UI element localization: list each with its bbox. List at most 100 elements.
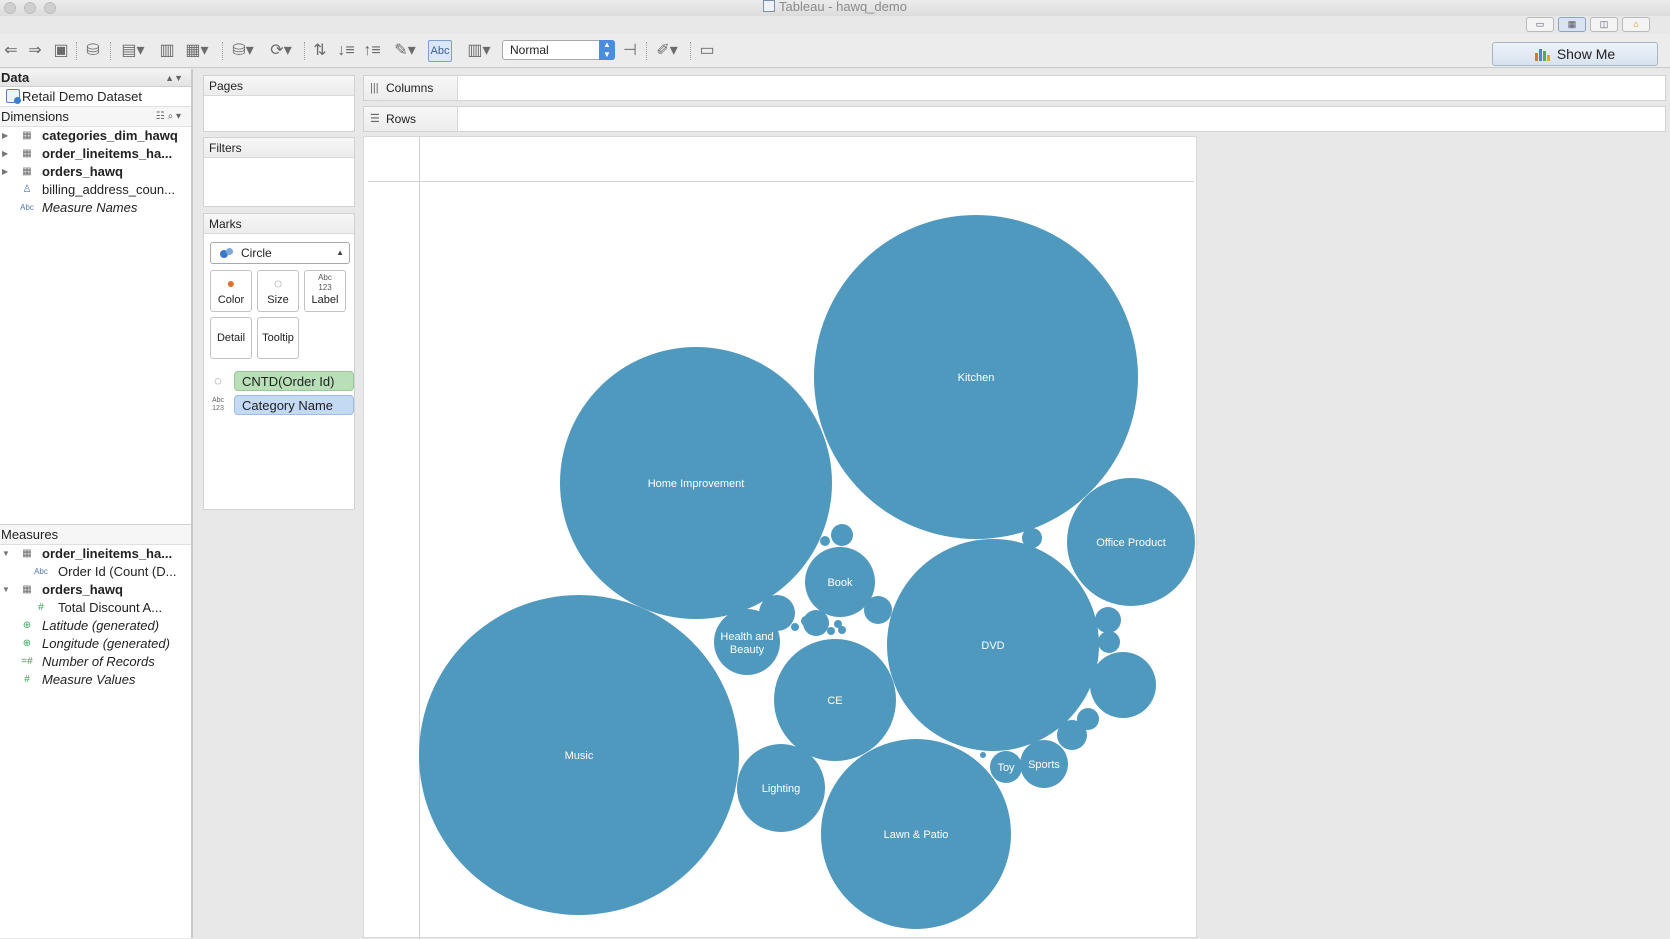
presentation-mode-icon[interactable]: ▭ [696,42,718,60]
redo-icon[interactable]: ⇒ [26,42,44,60]
measure-item[interactable]: Abc Order Id (Count (D... [0,563,191,581]
connect-data-icon[interactable]: ⛁ [84,42,102,60]
hierarchy-icon: ♙ [22,184,32,195]
dimension-item[interactable]: ♙ billing_address_coun... [0,181,191,199]
viz-canvas[interactable]: Kitchen Home Improvement Music DVD Office Pr… [363,136,1198,939]
bubble-mark[interactable]: Sports [1020,740,1068,788]
measures-title: Measures [1,527,59,542]
filmstrip-view-icon[interactable]: ▭ [1526,17,1554,32]
bubble-mark[interactable] [831,524,853,546]
bubble-mark[interactable]: Office Product [1067,478,1195,606]
expand-icon[interactable]: ▶ [2,127,8,145]
collapse-icon[interactable]: ▼ [2,545,10,563]
label-icon: Abc 123 [318,273,332,292]
measure-item[interactable]: =# Number of Records [0,653,191,671]
datasource-item[interactable]: Retail Demo Dataset [0,87,191,107]
columns-shelf[interactable]: ||| Columns [363,75,1666,101]
highlight-icon[interactable]: ✎▾ [388,42,422,60]
measure-item[interactable]: ▼ ▦ order_lineitems_ha... [0,545,191,563]
chart-type-icon[interactable]: ▥▾ [462,42,496,60]
measure-item[interactable]: # Measure Values [0,671,191,689]
field-name: order_lineitems_ha... [42,546,173,561]
detail-button[interactable]: Detail [210,317,252,359]
new-sheet-icon[interactable]: ▤▾ [118,42,148,60]
bubble-mark[interactable] [820,536,830,546]
save-icon[interactable]: ▣ [52,42,70,60]
show-mark-labels-button[interactable]: Abc [428,40,452,62]
measure-item[interactable]: # Total Discount A... [0,599,191,617]
show-me-label: Show Me [1556,46,1616,62]
bubble-label: Kitchen [958,372,995,384]
bubble-mark[interactable]: DVD [887,539,1099,751]
data-pane: Data ▲▼ Retail Demo Dataset Dimensions ☷ ⌕… [0,69,193,938]
swap-rows-columns-icon[interactable]: ⇅ [310,42,330,60]
rows-shelf[interactable]: ☰ Rows [363,106,1666,132]
dimension-item[interactable]: ▶ ▦ categories_dim_hawq [0,127,191,145]
marks-title: Marks [204,214,354,234]
annotate-icon[interactable]: ✐▾ [652,42,682,60]
bubble-label: CE [827,695,842,707]
mark-type-select[interactable]: Circle ▲▼ [210,242,350,277]
bubble-mark[interactable] [827,627,835,635]
bubble-mark[interactable]: Health and Beauty [714,609,780,675]
size-icon: ◌ [273,275,283,291]
bubble-mark[interactable]: CE [774,639,896,761]
data-source-view-icon[interactable]: ◫ [1590,17,1618,32]
dimensions-tools-icon[interactable]: ☷ ⌕ ▾ [156,107,181,127]
sort-ascending-icon[interactable]: ↓≡ [336,42,356,60]
bubble-mark[interactable]: Lawn & Patio [821,739,1011,929]
bubble-mark[interactable] [791,623,799,631]
refresh-icon[interactable]: ⟳▾ [266,42,296,60]
measure-item[interactable]: ⊕ Longitude (generated) [0,635,191,653]
bubble-mark[interactable]: Music [419,595,739,915]
home-icon[interactable]: ⌂ [1622,17,1650,32]
field-name: Measure Values [42,672,136,687]
tabs-view-icon[interactable]: ▦ [1558,17,1586,32]
pane-menu-icon[interactable]: ▲▼ [165,69,183,87]
sort-descending-icon[interactable]: ↑≡ [362,42,382,60]
bubble-mark[interactable]: Home Improvement [560,347,832,619]
measure-item[interactable]: ⊕ Latitude (generated) [0,617,191,635]
bubble-mark[interactable] [980,752,986,758]
fit-select[interactable]: Normal ▲ ▼ [502,40,615,60]
dimension-item[interactable]: ▶ ▦ orders_hawq [0,163,191,181]
bubble-mark[interactable] [1098,631,1120,653]
bubble-chart[interactable]: Kitchen Home Improvement Music DVD Office Pr… [364,137,1198,939]
measure-item[interactable]: ▼ ▦ orders_hawq [0,581,191,599]
size-label: Size [267,294,289,306]
size-button[interactable]: ◌ Size [257,270,299,312]
show-me-button[interactable]: Show Me [1492,42,1658,66]
tooltip-button[interactable]: Tooltip [257,317,299,359]
data-refresh-source-icon[interactable]: ⛁▾ [228,42,258,60]
undo-icon[interactable]: ⇐ [2,42,20,60]
filters-shelf[interactable]: Filters [203,137,355,207]
bubble-mark[interactable] [838,626,846,634]
field-name: Total Discount A... [58,600,163,615]
expand-icon[interactable]: ▶ [2,145,8,163]
label-icon: Abc 123 [211,397,225,412]
dimension-item[interactable]: Abc Measure Names [0,199,191,217]
bubble-mark[interactable] [1095,607,1121,633]
bubble-mark[interactable]: Lighting [737,744,825,832]
window-titlebar: Tableau - hawq_demo [0,0,1670,16]
label-button[interactable]: Abc 123 Label [304,270,346,312]
bar-chart-icon [1534,45,1551,67]
bubble-mark[interactable]: Book [805,547,875,617]
size-pill[interactable]: CNTD(Order Id) [234,371,354,391]
dimension-item[interactable]: ▶ ▦ order_lineitems_ha... [0,145,191,163]
abc-icon: Abc [34,567,48,576]
bubble-mark[interactable]: Toy [990,751,1022,783]
bubble-mark[interactable] [1090,652,1156,718]
duplicate-sheet-icon[interactable]: ▥ [156,42,178,60]
pages-shelf[interactable]: Pages [203,75,355,132]
collapse-icon[interactable]: ▼ [2,581,10,599]
bubble-mark[interactable] [801,616,811,626]
field-name: orders_hawq [42,164,123,179]
bubble-mark[interactable]: Kitchen [814,215,1138,539]
expand-icon[interactable]: ▶ [2,163,8,181]
label-pill[interactable]: Category Name [234,395,354,415]
clear-sheet-icon[interactable]: ▦▾ [182,42,212,60]
color-button[interactable]: ● Color [210,270,252,312]
fix-axes-icon[interactable]: ⊣ [620,42,640,60]
detail-label: Detail [216,332,246,344]
